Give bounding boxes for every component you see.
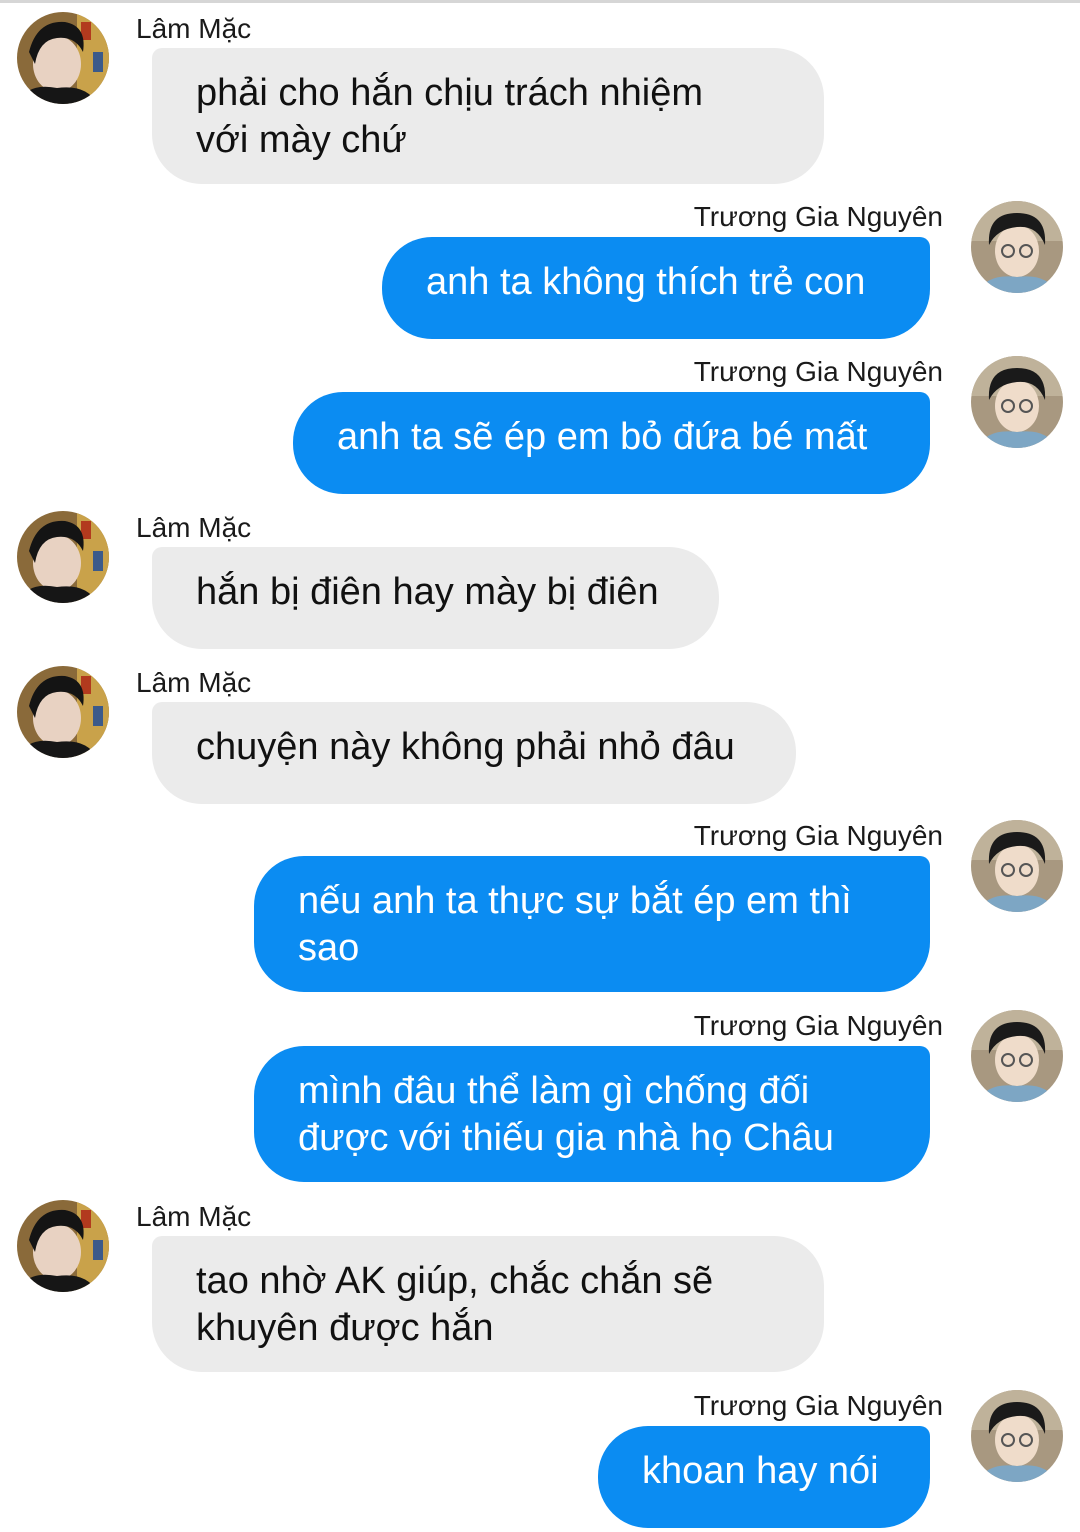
avatar-lam-mac-image <box>17 1200 109 1292</box>
avatar-lam-mac[interactable] <box>17 666 109 758</box>
avatar-truong-gia-nguyen-image <box>971 1010 1063 1102</box>
sender-name: Lâm Mặc <box>136 13 252 44</box>
sender-name: Lâm Mặc <box>136 667 252 698</box>
sender-name: Trương Gia Nguyên <box>693 1390 943 1421</box>
avatar-lam-mac[interactable] <box>17 511 109 603</box>
avatar-truong-gia-nguyen-image <box>971 1390 1063 1482</box>
avatar-truong-gia-nguyen-image <box>971 820 1063 912</box>
avatar-truong-gia-nguyen[interactable] <box>971 1390 1063 1482</box>
avatar-lam-mac-image <box>17 511 109 603</box>
avatar-lam-mac[interactable] <box>17 1200 109 1292</box>
message-bubble[interactable]: anh ta sẽ ép em bỏ đứa bé mất <box>293 392 930 494</box>
avatar-truong-gia-nguyen-image <box>971 356 1063 448</box>
message-bubble[interactable]: anh ta không thích trẻ con <box>382 237 930 339</box>
avatar-lam-mac-image <box>17 666 109 758</box>
message-bubble[interactable]: chuyện này không phải nhỏ đâu <box>152 702 796 804</box>
avatar-lam-mac-image <box>17 12 109 104</box>
avatar-lam-mac[interactable] <box>17 12 109 104</box>
sender-name: Lâm Mặc <box>136 512 252 543</box>
avatar-truong-gia-nguyen[interactable] <box>971 356 1063 448</box>
avatar-truong-gia-nguyen[interactable] <box>971 201 1063 293</box>
sender-name: Trương Gia Nguyên <box>693 356 943 387</box>
message-bubble[interactable]: hắn bị điên hay mày bị điên <box>152 547 719 649</box>
message-bubble[interactable]: khoan hay nói <box>598 1426 930 1528</box>
sender-name: Trương Gia Nguyên <box>693 820 943 851</box>
avatar-truong-gia-nguyen[interactable] <box>971 820 1063 912</box>
avatar-truong-gia-nguyen[interactable] <box>971 1010 1063 1102</box>
message-bubble[interactable]: phải cho hắn chịu trách nhiệm với mày ch… <box>152 48 824 184</box>
message-bubble[interactable]: mình đâu thể làm gì chống đối được với t… <box>254 1046 930 1182</box>
sender-name: Lâm Mặc <box>136 1201 252 1232</box>
message-bubble[interactable]: nếu anh ta thực sự bắt ép em thì sao <box>254 856 930 992</box>
sender-name: Trương Gia Nguyên <box>693 1010 943 1041</box>
top-divider <box>0 0 1080 3</box>
sender-name: Trương Gia Nguyên <box>693 201 943 232</box>
message-bubble[interactable]: tao nhờ AK giúp, chắc chắn sẽ khuyên đượ… <box>152 1236 824 1372</box>
avatar-truong-gia-nguyen-image <box>971 201 1063 293</box>
